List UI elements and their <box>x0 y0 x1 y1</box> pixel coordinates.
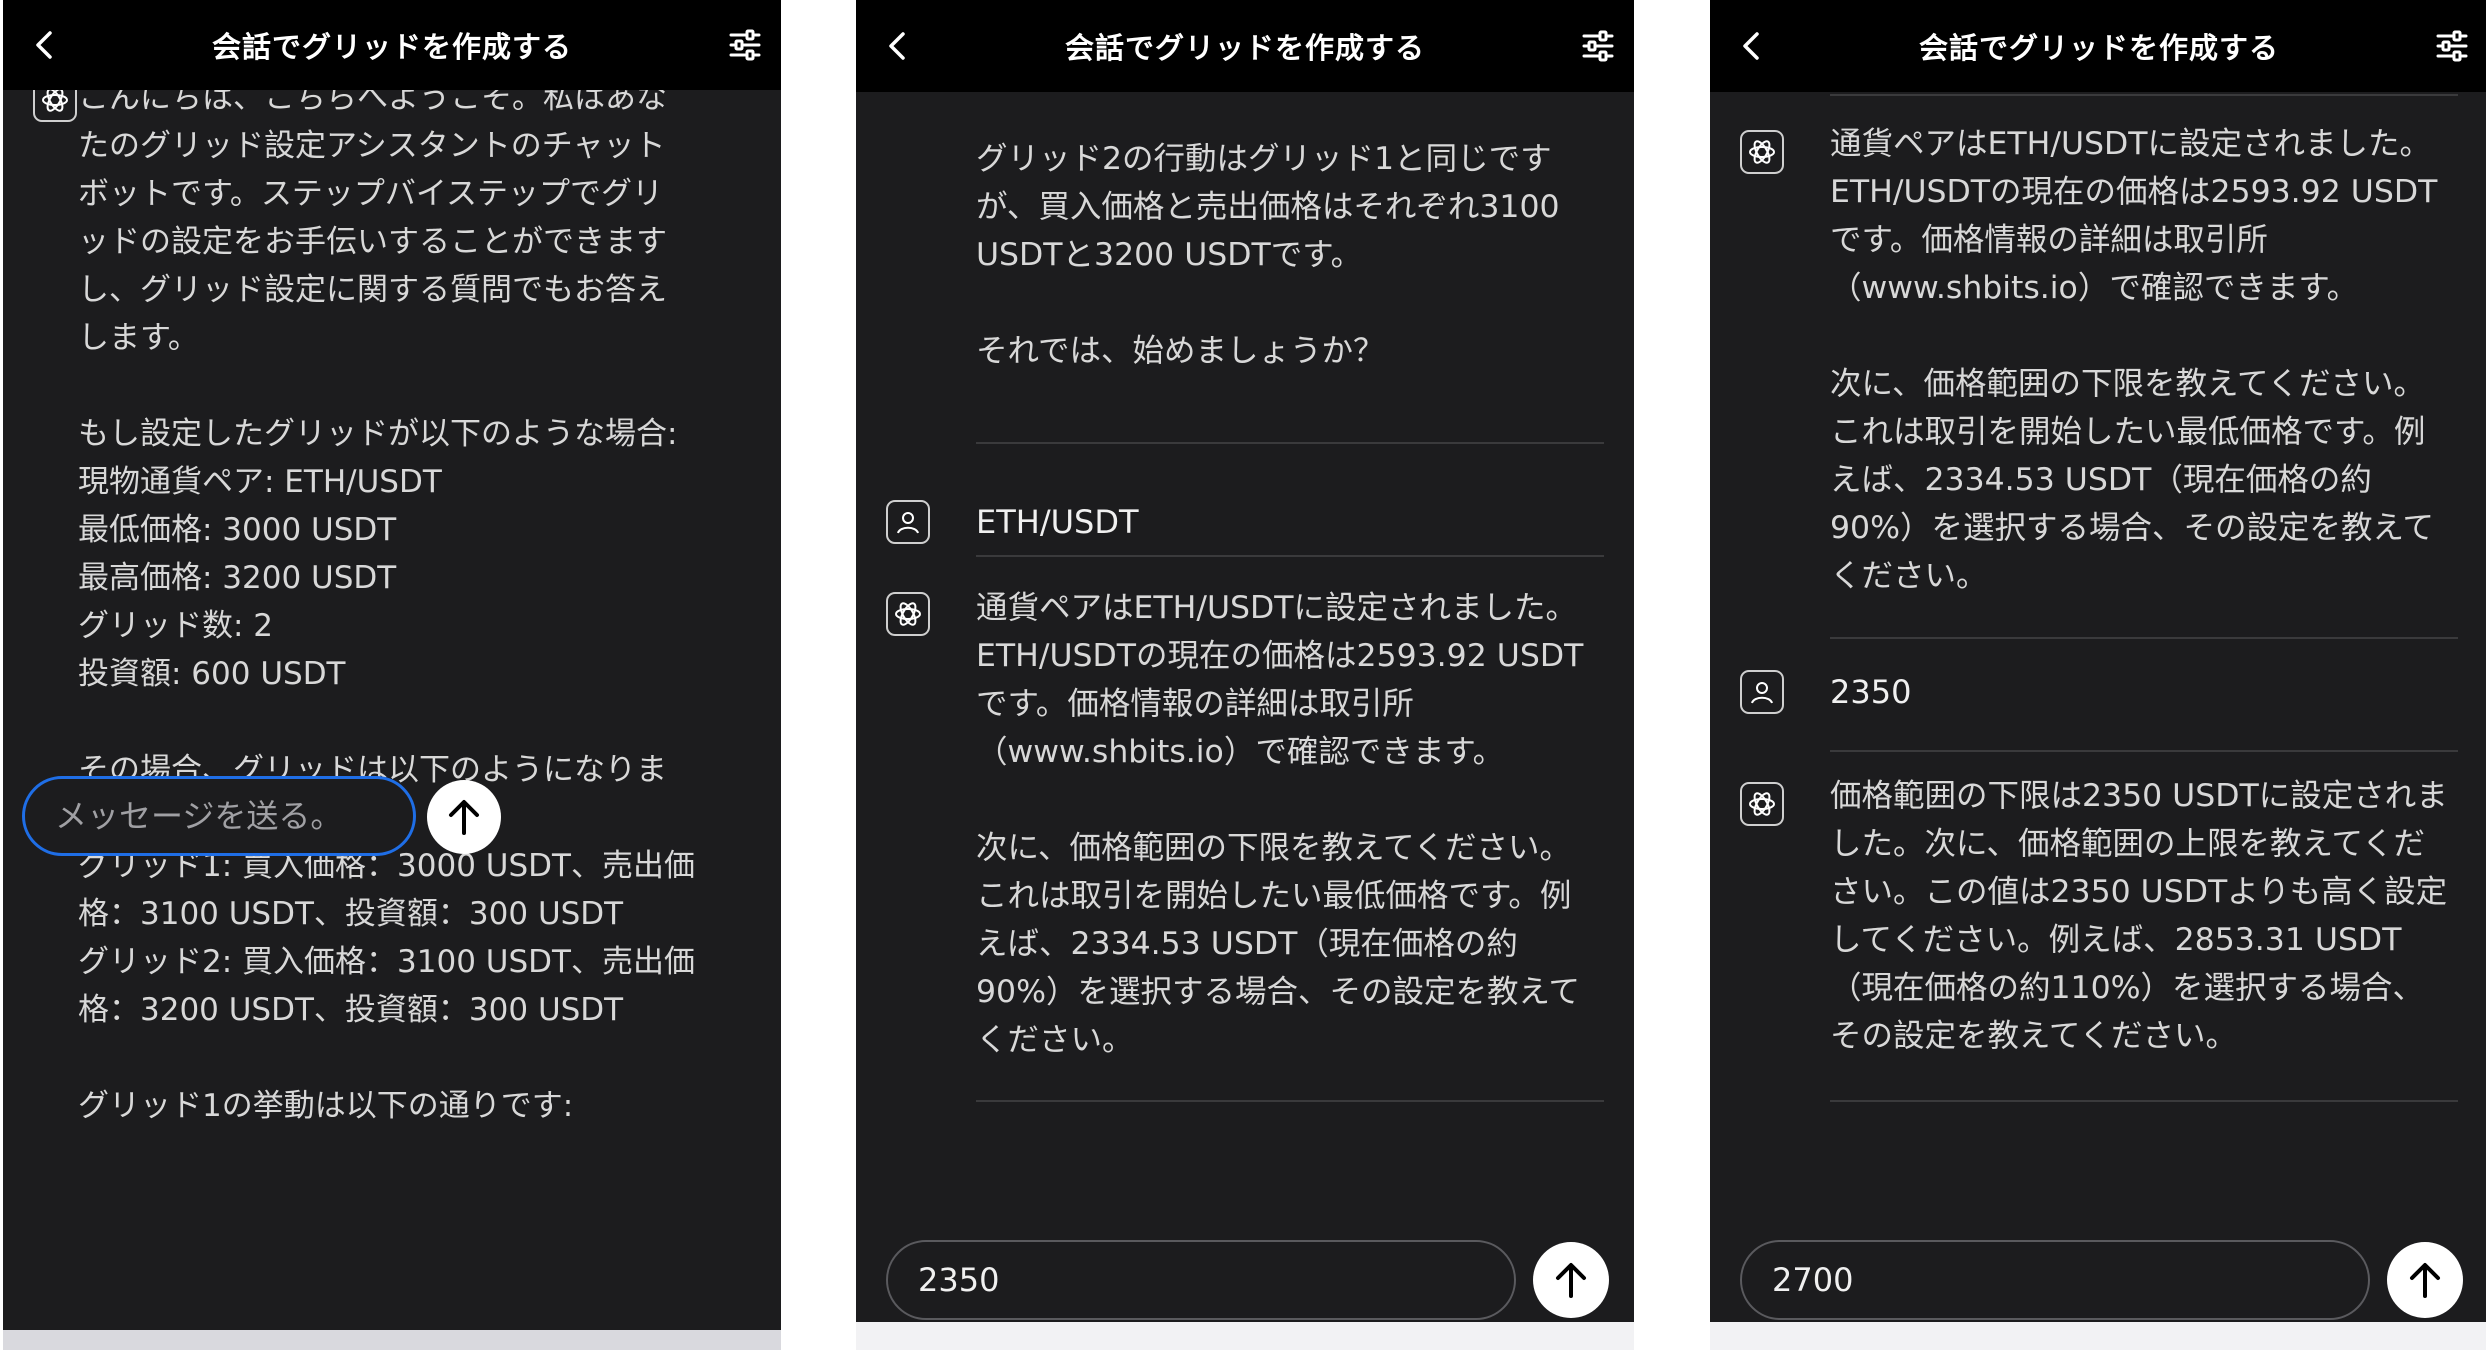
send-arrow-icon <box>1556 1263 1586 1298</box>
message-divider <box>1830 1100 2458 1102</box>
user-icon <box>1740 670 1784 714</box>
chat-area[interactable]: こんにちは、こちらへようこそ。私はあな たのグリッド設定アシスタントのチャット … <box>3 90 781 1350</box>
send-button[interactable] <box>2387 1242 2463 1318</box>
send-button[interactable] <box>427 780 501 854</box>
user-message-text: 2350 <box>1830 673 1912 711</box>
chat-area[interactable]: 価格で取引を行い、これを繰り返します。 グリッド2の行動はグリッド1と同じです … <box>856 92 1634 1238</box>
send-arrow-icon <box>449 800 479 835</box>
settings-sliders-icon[interactable] <box>2434 28 2470 64</box>
user-icon <box>886 500 930 544</box>
page-title: 会話でグリッドを作成する <box>211 30 572 64</box>
message-divider <box>1830 94 2458 96</box>
chat-panel-2: 会話でグリッドを作成する 価格で取引を行い、これを繰り返します。 グリッド2の行… <box>856 0 1634 1350</box>
chat-panel-1: 会話でグリッドを作成する こんにちは、こちらへようこそ。私はあな たのグリッド設… <box>3 0 781 1350</box>
top-bar: 会話でグリッドを作成する <box>856 0 1634 92</box>
settings-sliders-icon[interactable] <box>727 27 763 63</box>
chat-panel-3: 会話でグリッドを作成する 通貨ペアはETH/USDTに設定されました。 ETH/… <box>1710 0 2486 1350</box>
message-input[interactable] <box>1740 1240 2370 1320</box>
bot-message-text: 価格範囲の下限は2350 USDTに設定されま した。次に、価格範囲の上限を教え… <box>1830 778 2448 1054</box>
bot-logo-icon <box>1740 130 1784 174</box>
message-divider <box>976 555 1604 557</box>
bot-message-tail-text: 価格で取引を行い、これを繰り返します。 グリッド2の行動はグリッド1と同じです … <box>976 141 1560 369</box>
message-divider <box>976 1100 1604 1102</box>
back-chevron-icon[interactable] <box>29 29 61 61</box>
bot-logo-icon <box>886 592 930 636</box>
message-divider <box>976 442 1604 444</box>
message-divider <box>1830 637 2458 639</box>
bot-message-text: 通貨ペアはETH/USDTに設定されました。 ETH/USDTの現在の価格は25… <box>976 590 1584 1058</box>
back-chevron-icon[interactable] <box>882 30 914 62</box>
message-input[interactable] <box>886 1240 1516 1320</box>
bottom-strip <box>3 1330 781 1350</box>
user-message-text: ETH/USDT <box>976 503 1139 541</box>
bot-message-text: こんにちは、こちらへようこそ。私はあな たのグリッド設定アシスタントのチャット … <box>78 90 695 1124</box>
bot-message-text: 通貨ペアはETH/USDTに設定されました。 ETH/USDTの現在の価格は25… <box>1830 126 2438 594</box>
chat-area[interactable]: 通貨ペアはETH/USDTに設定されました。 ETH/USDTの現在の価格は25… <box>1710 92 2486 1238</box>
bot-logo-icon <box>1740 782 1784 826</box>
back-chevron-icon[interactable] <box>1736 30 1768 62</box>
page-title: 会話でグリッドを作成する <box>1918 31 2279 65</box>
send-arrow-icon <box>2410 1263 2440 1298</box>
top-bar: 会話でグリッドを作成する <box>3 0 781 90</box>
send-button[interactable] <box>1533 1242 1609 1318</box>
message-input[interactable] <box>22 776 416 856</box>
settings-sliders-icon[interactable] <box>1580 28 1616 64</box>
bottom-strip <box>856 1322 1634 1350</box>
page-title: 会話でグリッドを作成する <box>1064 31 1425 65</box>
bot-logo-icon <box>33 90 77 122</box>
message-divider <box>1830 750 2458 752</box>
bottom-strip <box>1710 1322 2486 1350</box>
top-bar: 会話でグリッドを作成する <box>1710 0 2486 92</box>
